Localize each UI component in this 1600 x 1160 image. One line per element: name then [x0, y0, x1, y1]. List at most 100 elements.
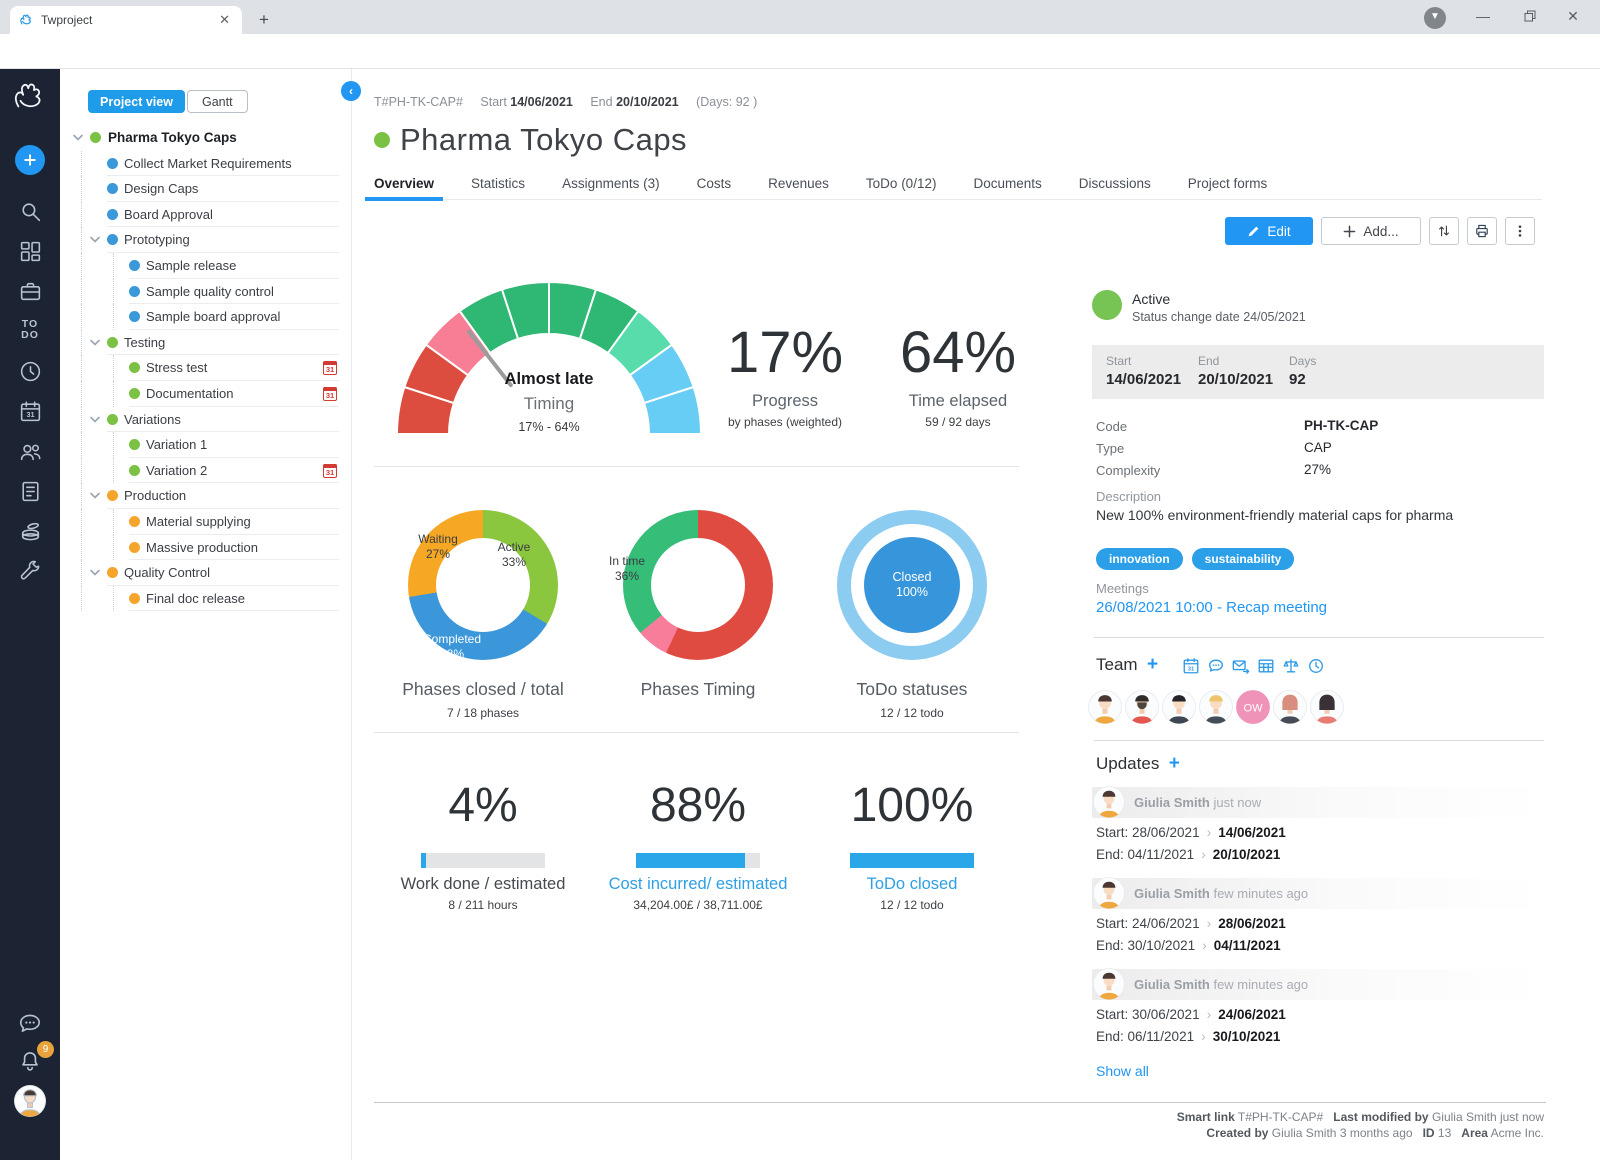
tab-title: Twproject [41, 13, 216, 27]
tree-item-pharma-tokyo-caps[interactable]: Pharma Tokyo Caps [60, 125, 351, 151]
clock-icon[interactable] [0, 359, 60, 384]
add-team-member-button[interactable]: + [1147, 654, 1158, 675]
tree-item-collect-market-requirements[interactable]: Collect Market Requirements [60, 151, 351, 177]
calendar-icon[interactable]: 31 [0, 399, 60, 424]
tag-pill[interactable]: innovation [1096, 548, 1183, 570]
tab-discussions[interactable]: Discussions [1079, 169, 1151, 199]
tools-icon[interactable] [0, 559, 60, 584]
show-all-link[interactable]: Show all [1096, 1063, 1149, 1079]
update-header: Giulia Smith few minutes ago [1092, 878, 1544, 909]
dates-info-box: Start14/06/2021 End20/10/2021 Days92 [1092, 345, 1544, 399]
team-calendar-icon[interactable]: 31 [1182, 657, 1200, 675]
update-item: Giulia Smith few minutes ago Start: 24/0… [1092, 878, 1544, 953]
tree-item-design-caps[interactable]: Design Caps [60, 176, 351, 202]
tree-item-sample-release[interactable]: Sample release [60, 253, 351, 279]
team-avatar[interactable] [1199, 690, 1233, 724]
tag-list: innovation sustainability [1096, 548, 1294, 570]
donut-title: Phases closed / total [373, 679, 593, 700]
people-icon[interactable] [0, 439, 60, 464]
team-avatar[interactable] [1273, 690, 1307, 724]
todo-closed-label[interactable]: ToDo closed [792, 875, 1032, 894]
twproject-logo-icon[interactable] [0, 79, 60, 117]
team-clock-icon[interactable] [1307, 657, 1325, 675]
tree-item-sample-board-approval[interactable]: Sample board approval [60, 304, 351, 330]
tab-todo-0-12[interactable]: ToDo (0/12) [866, 169, 937, 199]
projects-icon[interactable] [0, 279, 60, 304]
tree-item-documentation[interactable]: Documentation31 [60, 381, 351, 407]
chevron-down-icon[interactable] [90, 416, 100, 423]
notes-icon[interactable] [0, 479, 60, 504]
media-controls-button[interactable]: ▼ [1424, 7, 1446, 29]
edit-button[interactable]: Edit [1225, 217, 1313, 245]
tab-project-forms[interactable]: Project forms [1188, 169, 1268, 199]
tree-item-testing[interactable]: Testing [60, 330, 351, 356]
gantt-button[interactable]: Gantt [187, 90, 248, 113]
tab-close-icon[interactable]: ✕ [216, 12, 233, 28]
donut-subtitle: 7 / 18 phases [373, 706, 593, 720]
milestone-calendar-icon: 31 [323, 387, 337, 401]
tree-item-variations[interactable]: Variations [60, 407, 351, 433]
window-minimize-button[interactable]: — [1463, 0, 1503, 33]
team-avatar[interactable] [1125, 690, 1159, 724]
print-button[interactable] [1467, 217, 1497, 245]
team-avatar[interactable]: OW [1236, 690, 1270, 724]
team-mail-icon[interactable] [1232, 657, 1250, 675]
tree-item-variation-1[interactable]: Variation 1 [60, 432, 351, 458]
chevron-down-icon[interactable] [73, 134, 83, 141]
dashboard-icon[interactable] [0, 239, 60, 264]
team-chat-icon[interactable] [1207, 657, 1225, 675]
chevron-down-icon[interactable] [90, 569, 100, 576]
tree-item-board-approval[interactable]: Board Approval [60, 202, 351, 228]
team-avatar[interactable] [1162, 690, 1196, 724]
meeting-link[interactable]: 26/08/2021 10:00 - Recap meeting [1096, 599, 1327, 616]
notifications-bell-icon[interactable]: 9 [0, 1048, 60, 1074]
tab-assignments-3[interactable]: Assignments (3) [562, 169, 660, 199]
chevron-down-icon[interactable] [90, 492, 100, 499]
window-restore-button[interactable] [1510, 0, 1550, 33]
tree-item-material-supplying[interactable]: Material supplying [60, 509, 351, 535]
update-end-change: End: 06/11/2021›30/10/2021 [1096, 1028, 1544, 1044]
team-scales-icon[interactable] [1282, 657, 1300, 675]
tree-item-sample-quality-control[interactable]: Sample quality control [60, 279, 351, 305]
tab-costs[interactable]: Costs [697, 169, 732, 199]
tree-item-final-doc-release[interactable]: Final doc release [60, 586, 351, 612]
sort-button[interactable] [1429, 217, 1459, 245]
tab-revenues[interactable]: Revenues [768, 169, 829, 199]
new-tab-button[interactable]: + [252, 8, 276, 32]
tree-item-massive-production[interactable]: Massive production [60, 535, 351, 561]
status-label: Active [1132, 291, 1170, 307]
add-menu-button[interactable]: Add... [1321, 217, 1421, 245]
add-button[interactable] [15, 145, 45, 175]
cost-label[interactable]: Cost incurred/ estimated [578, 875, 818, 894]
todo-progress-bar [850, 853, 974, 868]
tree-item-production[interactable]: Production [60, 483, 351, 509]
chat-icon[interactable] [0, 1010, 60, 1036]
tree-item-stress-test[interactable]: Stress test31 [60, 355, 351, 381]
add-update-button[interactable]: + [1169, 753, 1180, 774]
todo-icon[interactable]: TODO [0, 319, 60, 341]
browser-tab[interactable]: Twproject ✕ [10, 6, 242, 34]
tag-pill[interactable]: sustainability [1192, 548, 1295, 570]
collapse-sidebar-button[interactable]: ‹ [341, 81, 361, 101]
team-avatar[interactable] [1310, 690, 1344, 724]
project-view-button[interactable]: Project view [88, 90, 185, 113]
tab-overview[interactable]: Overview [374, 169, 434, 199]
app-icon-sidebar: TODO 31 9 [0, 69, 60, 1160]
expenses-icon[interactable] [0, 519, 60, 544]
tree-item-quality-control[interactable]: Quality Control [60, 560, 351, 586]
browser-toolbar: localhost:90/tw/applications/teamwork/ta… [0, 34, 1600, 69]
status-badge [1092, 290, 1122, 320]
chevron-down-icon[interactable] [90, 236, 100, 243]
update-start-change: Start: 30/06/2021›24/06/2021 [1096, 1006, 1544, 1022]
chevron-down-icon[interactable] [90, 339, 100, 346]
window-close-button[interactable]: ✕ [1553, 0, 1593, 33]
user-avatar[interactable] [0, 1085, 60, 1117]
more-options-kebab-icon[interactable] [1505, 217, 1535, 245]
tab-documents[interactable]: Documents [973, 169, 1041, 199]
tree-item-prototyping[interactable]: Prototyping [60, 227, 351, 253]
team-table-icon[interactable] [1257, 657, 1275, 675]
tree-item-variation-2[interactable]: Variation 231 [60, 458, 351, 484]
tab-statistics[interactable]: Statistics [471, 169, 525, 199]
search-icon[interactable] [0, 199, 60, 224]
team-avatar[interactable] [1088, 690, 1122, 724]
